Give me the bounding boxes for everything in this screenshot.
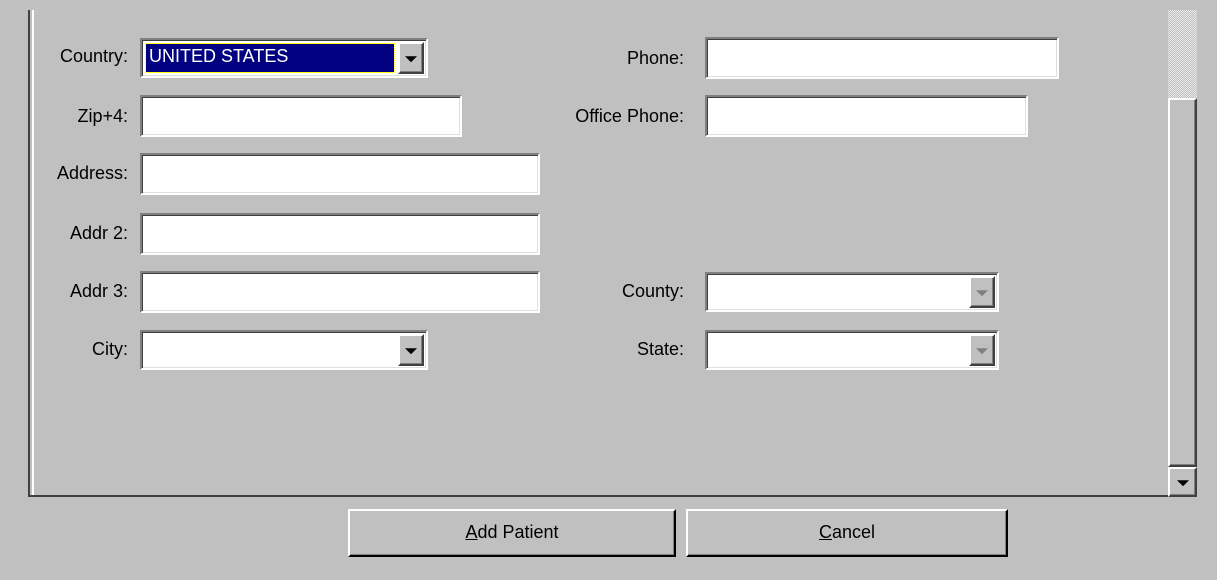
addr3-label: Addr 3: <box>69 281 128 301</box>
address-field[interactable] <box>140 153 540 195</box>
address-label: Address: <box>56 163 128 183</box>
add-patient-label: dd Patient <box>477 522 559 542</box>
city-value <box>146 336 394 364</box>
country-label: Country: <box>59 46 128 66</box>
office-phone-field[interactable] <box>705 95 1028 137</box>
scrollbar-thumb[interactable] <box>1168 98 1197 467</box>
country-combobox[interactable]: UNITED STATES <box>140 38 428 78</box>
cancel-mnemonic: C <box>818 522 832 542</box>
county-label: County: <box>621 281 684 301</box>
country-value: UNITED STATES <box>145 43 395 73</box>
office-phone-label: Office Phone: <box>575 106 684 126</box>
chevron-down-icon <box>405 348 417 355</box>
add-patient-mnemonic: A <box>465 522 478 542</box>
addr2-input[interactable] <box>142 215 538 253</box>
addr2-field[interactable] <box>140 213 540 255</box>
vertical-scrollbar[interactable] <box>1168 10 1197 497</box>
county-dropdown-button[interactable] <box>969 276 995 308</box>
cancel-label: ancel <box>831 522 876 542</box>
cancel-button[interactable]: Cancel <box>686 509 1008 557</box>
city-label: City: <box>92 339 128 359</box>
state-label: State: <box>636 339 684 359</box>
address-input[interactable] <box>142 155 538 193</box>
phone-label: Phone: <box>626 48 684 68</box>
office-phone-input[interactable] <box>707 97 1026 135</box>
state-value <box>711 336 965 364</box>
zip-label: Zip+4: <box>77 106 128 126</box>
city-dropdown-button[interactable] <box>398 334 424 366</box>
state-dropdown-button[interactable] <box>969 334 995 366</box>
chevron-down-icon <box>976 348 988 355</box>
chevron-down-icon <box>405 56 417 63</box>
county-value <box>711 278 965 306</box>
zip-field[interactable] <box>140 95 462 137</box>
city-combobox[interactable] <box>140 330 428 370</box>
phone-field[interactable] <box>705 37 1059 79</box>
zip-input[interactable] <box>142 97 460 135</box>
scroll-down-arrow-icon <box>1176 480 1189 487</box>
panel-bottom-border <box>28 495 1197 497</box>
country-dropdown-button[interactable] <box>398 42 424 74</box>
chevron-down-icon <box>976 290 988 297</box>
addr2-label: Addr 2: <box>69 223 128 243</box>
phone-input[interactable] <box>707 39 1057 77</box>
addr3-input[interactable] <box>142 273 538 311</box>
panel-left-border <box>28 10 34 497</box>
scrollbar-track[interactable] <box>1168 10 1197 98</box>
state-combobox[interactable] <box>705 330 999 370</box>
county-combobox[interactable] <box>705 272 999 312</box>
add-patient-button[interactable]: Add Patient <box>348 509 676 557</box>
add-patient-dialog: Country: UNITED STATES Zip+4: Address: A… <box>0 0 1217 580</box>
addr3-field[interactable] <box>140 271 540 313</box>
scroll-down-button[interactable] <box>1168 467 1197 497</box>
